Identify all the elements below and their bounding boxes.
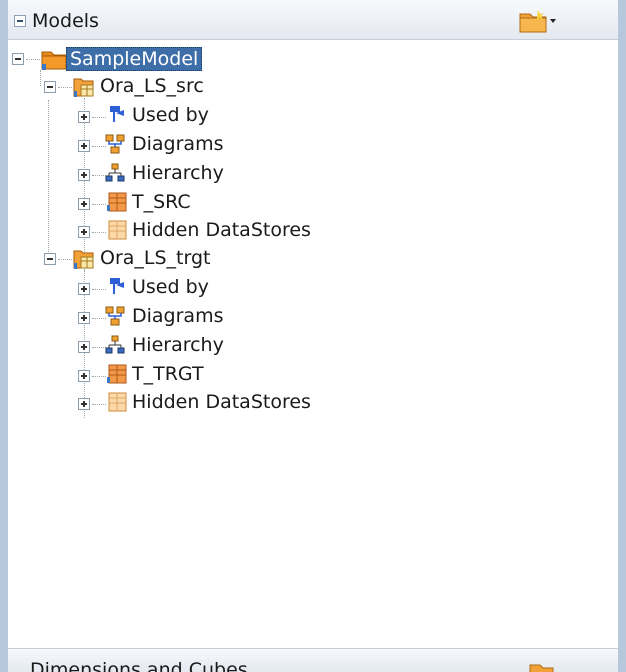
tree-node-label: Diagrams (132, 133, 224, 155)
tree-node-hidden-datastores[interactable]: Hidden DataStores (8, 391, 328, 417)
logical-schema-icon (73, 78, 94, 97)
logical-schema-icon (73, 250, 94, 269)
tree-node-label: Hierarchy (132, 162, 224, 184)
tree-node-hierarchy[interactable]: Hierarchy (8, 334, 308, 360)
tree-node-diagrams[interactable]: Diagrams (8, 133, 308, 159)
panel-title: Dimensions and Cubes (30, 659, 248, 672)
tree-node-label: Hidden DataStores (132, 219, 311, 241)
expand-toggle[interactable] (78, 169, 90, 181)
expand-toggle[interactable] (78, 140, 90, 152)
diagrams-icon (105, 306, 125, 326)
expand-toggle[interactable] (78, 226, 90, 238)
tree-node-label: T_SRC (132, 191, 191, 213)
tree-node-diagrams[interactable]: Diagrams (8, 305, 308, 331)
tree-node-used-by[interactable]: Used by (8, 276, 308, 302)
tree-node-label: Ora_LS_src (100, 75, 204, 97)
tree-node-logical-schema[interactable]: Ora_LS_src (8, 75, 308, 101)
used-by-icon (110, 106, 124, 122)
datastore-icon (107, 364, 127, 384)
panel-header: Models (8, 0, 618, 40)
used-by-icon (110, 278, 124, 294)
new-model-folder-button[interactable] (518, 8, 558, 34)
tree-node-label: Diagrams (132, 305, 224, 327)
expand-toggle[interactable] (78, 341, 90, 353)
tree-node-label: SampleModel (66, 47, 203, 71)
datastore-icon (107, 192, 127, 212)
expand-toggle[interactable] (78, 370, 90, 382)
expand-toggle[interactable] (78, 398, 90, 410)
collapse-toggle[interactable] (12, 53, 24, 65)
model-folder-icon (41, 51, 67, 70)
collapse-toggle[interactable] (44, 253, 56, 265)
collapse-panel-button[interactable] (14, 15, 26, 27)
tree-node-datastore[interactable]: T_SRC (8, 191, 308, 217)
dropdown-arrow-icon (550, 19, 556, 23)
hidden-datastore-icon (108, 392, 127, 412)
tree-node-label: Ora_LS_trgt (100, 247, 211, 269)
hierarchy-icon (105, 163, 125, 182)
panel-title: Models (32, 10, 99, 32)
tree-node-sample-model[interactable]: SampleModel (8, 47, 308, 73)
collapse-toggle[interactable] (44, 81, 56, 93)
model-tree: SampleModel Ora_LS_src Used by Diagrams … (8, 40, 618, 640)
expand-toggle[interactable] (78, 198, 90, 210)
expand-toggle[interactable] (78, 111, 90, 123)
next-panel-header[interactable]: Dimensions and Cubes (8, 648, 618, 672)
expand-toggle[interactable] (78, 283, 90, 295)
hidden-datastore-icon (108, 220, 127, 240)
tree-node-logical-schema[interactable]: Ora_LS_trgt (8, 247, 308, 273)
expand-toggle[interactable] (78, 312, 90, 324)
tree-node-hidden-datastores[interactable]: Hidden DataStores (8, 219, 328, 245)
folder-icon (519, 10, 556, 33)
tree-node-label: Used by (132, 104, 209, 126)
tree-node-datastore[interactable]: T_TRGT (8, 363, 308, 389)
tree-node-hierarchy[interactable]: Hierarchy (8, 162, 308, 188)
folder-icon (529, 664, 554, 672)
tree-node-label: Used by (132, 276, 209, 298)
diagrams-icon (105, 134, 125, 154)
tree-node-used-by[interactable]: Used by (8, 104, 308, 130)
hierarchy-icon (105, 335, 125, 354)
tree-node-label: Hierarchy (132, 334, 224, 356)
tree-node-label: Hidden DataStores (132, 391, 311, 413)
tree-node-label: T_TRGT (132, 363, 204, 385)
